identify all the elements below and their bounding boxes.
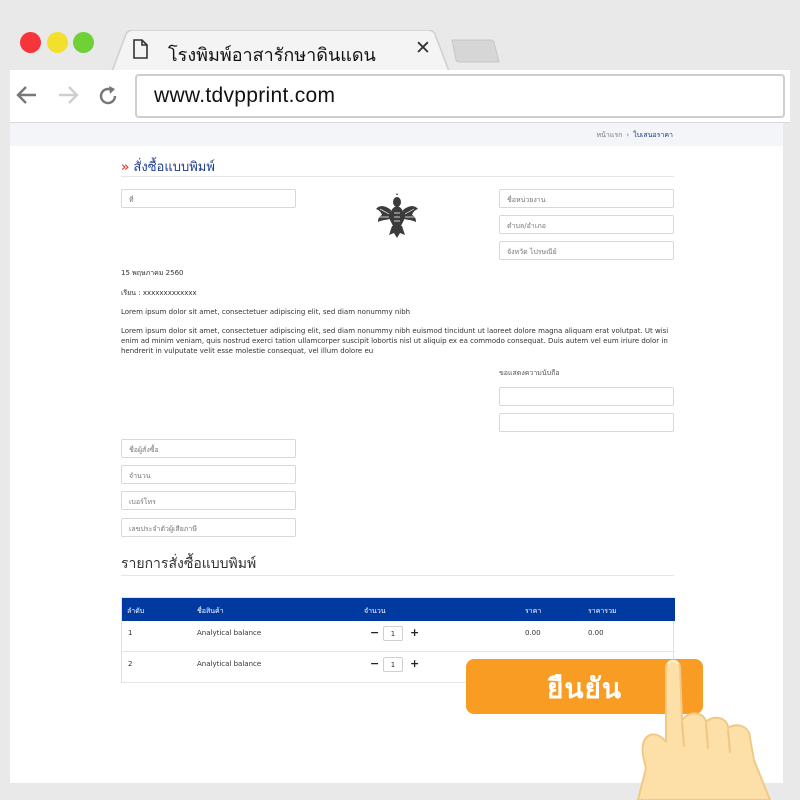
row-total: 0.00: [588, 629, 604, 637]
reload-icon[interactable]: [96, 84, 120, 108]
page-title-text: สั่งซื้อแบบพิมพ์: [133, 160, 215, 175]
letter-body: Lorem ipsum dolor sit amet, consectetuer…: [121, 327, 669, 355]
orderer-name-field[interactable]: ชื่อผู้สั่งซื้อ: [121, 439, 296, 458]
minimize-window-button[interactable]: [47, 32, 68, 53]
row-product: Analytical balance: [197, 660, 262, 668]
district-field[interactable]: ตำบล/อำเภอ: [499, 215, 674, 234]
decrease-button[interactable]: −: [370, 626, 379, 639]
quantity-stepper: − 1 +: [370, 626, 420, 644]
row-no: 1: [128, 629, 133, 637]
browser-toolbar: www.tdvpprint.com: [10, 70, 790, 123]
phone-field[interactable]: เบอร์โทร: [121, 491, 296, 510]
increase-button[interactable]: +: [410, 626, 419, 639]
table-header: ลำดับ ชื่อสินค้า จำนวน ราคา ราคารวม: [122, 598, 675, 621]
letter-intro: Lorem ipsum dolor sit amet, consectetuer…: [121, 308, 411, 316]
tab-title: โรงพิมพ์อาสารักษาดินแดน: [168, 45, 376, 66]
page-title: » สั่งซื้อแบบพิมพ์: [121, 156, 215, 177]
province-postcode-field[interactable]: จังหวัด ไปรษณีย์: [499, 241, 674, 260]
row-price: 0.00: [525, 629, 541, 637]
position-field[interactable]: [499, 413, 674, 432]
forward-arrow-icon[interactable]: [57, 84, 79, 106]
col-no: ลำดับ: [127, 607, 145, 615]
letter-date: 15 พฤษภาคม 2560: [121, 269, 184, 277]
col-price: ราคา: [525, 607, 542, 615]
decrease-button[interactable]: −: [370, 657, 379, 670]
page-icon: [132, 39, 148, 63]
divider: [121, 176, 674, 177]
col-qty: จำนวน: [364, 607, 386, 615]
agency-name-field[interactable]: ชื่อหน่วยงาน: [499, 189, 674, 208]
tax-id-field[interactable]: เลขประจำตัวผู้เสียภาษี: [121, 518, 296, 537]
row-product: Analytical balance: [197, 629, 262, 637]
garuda-emblem: [376, 193, 418, 238]
col-total: ราคารวม: [588, 607, 617, 615]
col-product: ชื่อสินค้า: [197, 607, 224, 615]
increase-button[interactable]: +: [410, 657, 419, 670]
url-text: www.tdvpprint.com: [154, 84, 336, 107]
quantity-stepper: − 1 +: [370, 657, 420, 675]
back-arrow-icon[interactable]: [16, 84, 38, 106]
order-list-title: รายการสั่งซื้อแบบพิมพ์: [121, 556, 257, 572]
signature-field[interactable]: [499, 387, 674, 406]
close-tab-icon[interactable]: ✕: [415, 37, 431, 59]
table-row: 1 Analytical balance − 1 + 0.00 0.00: [122, 621, 675, 652]
letter-subject: เรียน : xxxxxxxxxxxxx: [121, 289, 197, 297]
double-chevron-icon: »: [121, 160, 130, 175]
close-window-button[interactable]: [20, 32, 41, 53]
signature-label: ขอแสดงความนับถือ: [499, 369, 560, 377]
browser-window: โรงพิมพ์อาสารักษาดินแดน ✕ www.tdvpprint.…: [10, 10, 790, 123]
divider: [121, 575, 674, 576]
address-bar[interactable]: www.tdvpprint.com: [135, 74, 785, 118]
quantity-input[interactable]: 1: [383, 657, 403, 672]
pointing-hand: [637, 659, 771, 800]
quantity-field[interactable]: จำนวน: [121, 465, 296, 484]
ref-number-field[interactable]: ที่: [121, 189, 296, 208]
maximize-window-button[interactable]: [73, 32, 94, 53]
row-no: 2: [128, 660, 133, 668]
quantity-input[interactable]: 1: [383, 626, 403, 641]
new-tab-button[interactable]: [450, 39, 500, 63]
